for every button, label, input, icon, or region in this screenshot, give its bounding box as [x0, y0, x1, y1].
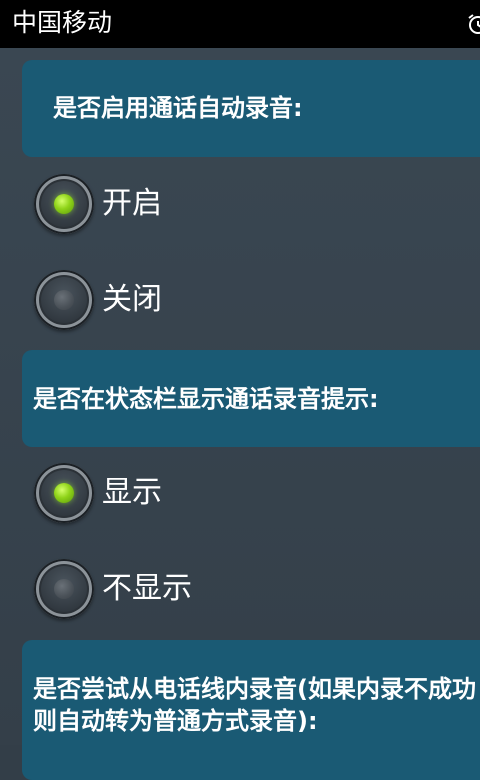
carrier-name: 中国移动 — [12, 8, 113, 37]
section-header-auto-record: 是否启用通话自动录音: — [22, 60, 480, 157]
radio-option-disable[interactable]: 关闭 — [34, 270, 474, 330]
section-title-statusbar-tip: 是否在状态栏显示通话录音提示: — [33, 385, 379, 413]
radio-button-show[interactable] — [34, 463, 94, 523]
radio-option-hide[interactable]: 不显示 — [34, 559, 474, 619]
radio-option-show[interactable]: 显示 — [34, 463, 474, 523]
radio-button-hide[interactable] — [34, 559, 94, 619]
settings-content: 是否启用通话自动录音: 开启 关闭 是否在状态栏显示通话录音提示: 显示 不显示… — [0, 48, 480, 780]
radio-option-enable[interactable]: 开启 — [34, 174, 474, 234]
status-bar: 中国移动 — [0, 0, 480, 48]
radio-button-disable[interactable] — [34, 270, 94, 330]
section-header-line-record: 是否尝试从电话线内录音(如果内录不成功则自动转为普通方式录音): — [22, 640, 480, 780]
radio-label-show: 显示 — [102, 475, 162, 510]
section-title-auto-record: 是否启用通话自动录音: — [53, 94, 303, 122]
radio-label-hide: 不显示 — [102, 571, 192, 606]
section-title-line-record: 是否尝试从电话线内录音(如果内录不成功则自动转为普通方式录音): — [33, 675, 476, 735]
alarm-clock-icon — [468, 14, 480, 34]
radio-button-enable[interactable] — [34, 174, 94, 234]
section-header-statusbar-tip: 是否在状态栏显示通话录音提示: — [22, 350, 480, 447]
radio-label-enable: 开启 — [102, 186, 162, 221]
radio-label-disable: 关闭 — [102, 282, 162, 317]
